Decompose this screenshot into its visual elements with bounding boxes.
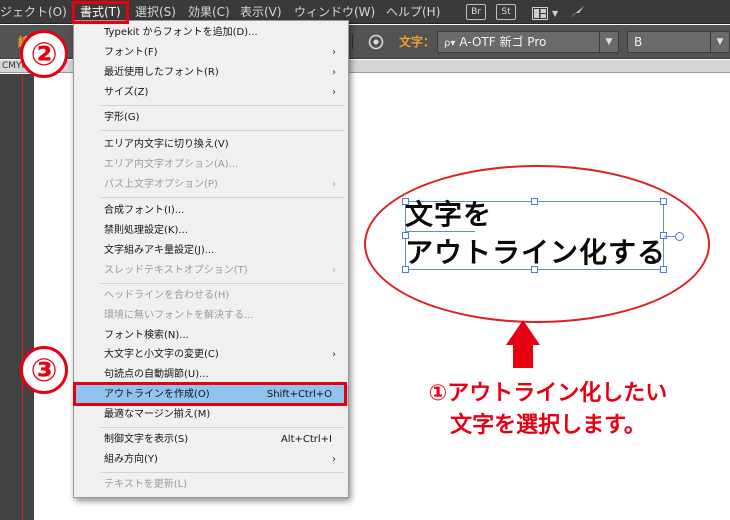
font-family-dropdown[interactable]: ρ▾ A-OTF 新ゴ Pro ▼: [437, 31, 619, 53]
menu-separator: [100, 130, 344, 131]
divider: [352, 35, 360, 49]
menu-item-label: 最適なマージン揃え(M): [104, 409, 211, 420]
menu-item-label: サイズ(Z): [104, 87, 149, 98]
font-style-value: B: [634, 35, 643, 49]
chevron-right-icon: ›: [332, 47, 336, 58]
feather-icon[interactable]: [568, 4, 586, 20]
menu-help[interactable]: ヘルプ(H): [386, 0, 440, 24]
menu-item-shortcut: Alt+Ctrl+I: [280, 434, 332, 445]
type-menu-dropdown: Typekit からフォントを追加(D)... フォント(F) › 最近使用したフ…: [73, 20, 349, 498]
menu-item-composite-fonts[interactable]: 合成フォント(I)...: [74, 201, 348, 221]
step-badge-3: ③: [20, 346, 68, 394]
menu-item-fit-headline: ヘッドラインを合わせる(H): [74, 286, 348, 306]
menu-item-show-hidden-characters[interactable]: 制御文字を表示(S) Alt+Ctrl+I: [74, 430, 348, 450]
menu-item-label: 句読点の自動調節(U)...: [104, 369, 209, 380]
canvas-text-line-1: 文字を: [405, 198, 493, 231]
menu-item-type-on-path: パス上文字オプション(P) ›: [74, 175, 348, 195]
up-arrow-icon: [506, 320, 540, 345]
menu-separator: [100, 105, 344, 106]
chevron-right-icon: ›: [332, 179, 336, 190]
instruction-note-line-2: 文字を選択します。: [450, 413, 646, 438]
font-style-dropdown[interactable]: B ▼: [627, 31, 730, 53]
chevron-right-icon: ›: [332, 454, 336, 465]
chevron-right-icon: ›: [332, 349, 336, 360]
highlight-box-create-outlines: [73, 382, 347, 406]
workspace-layout-icon[interactable]: [532, 5, 548, 20]
chevron-right-icon: ›: [332, 87, 336, 98]
menu-item-font[interactable]: フォント(F) ›: [74, 43, 348, 63]
selection-handle[interactable]: [660, 198, 667, 205]
menu-item-resolve-missing-fonts: 環境に無いフォントを解決する...: [74, 306, 348, 326]
chevron-down-icon[interactable]: ▼: [552, 9, 558, 18]
highlight-box-type-menu: [72, 1, 129, 24]
menu-item-label: テキストを更新(L): [104, 479, 188, 490]
font-family-value: A-OTF 新ゴ Pro: [459, 35, 547, 49]
menu-item-label: 組み方向(Y): [104, 454, 158, 465]
menu-item-label: パス上文字オプション(P): [104, 179, 218, 190]
menu-item-mojikumi[interactable]: 文字組みアキ量設定(J)...: [74, 241, 348, 261]
menu-item-size[interactable]: サイズ(Z) ›: [74, 83, 348, 103]
menu-item-label: エリア内文字に切り換え(V): [104, 139, 229, 150]
menu-separator: [100, 197, 344, 198]
menu-item-label: スレッドテキストオプション(T): [104, 265, 248, 276]
character-label: 文字：: [399, 35, 436, 49]
menu-item-threaded-text: スレッドテキストオプション(T) ›: [74, 261, 348, 281]
menu-item-label: エリア内文字オプション(A)...: [104, 159, 239, 170]
menu-item-typekit[interactable]: Typekit からフォントを追加(D)...: [74, 23, 348, 43]
menu-separator: [100, 427, 344, 428]
menu-item-label: 大文字と小文字の変更(C): [104, 349, 219, 360]
menu-item-label: フォント(F): [104, 47, 158, 58]
bridge-icon[interactable]: Br: [466, 4, 486, 20]
menu-item-label: 環境に無いフォントを解決する...: [104, 310, 254, 321]
chevron-down-icon: ▼: [710, 32, 729, 52]
globe-icon[interactable]: [368, 34, 384, 50]
menu-item-update-legacy-text: テキストを更新(L): [74, 475, 348, 495]
chevron-down-icon: ▼: [599, 32, 618, 52]
menu-item-label: 字形(G): [104, 112, 140, 123]
menu-item-optical-margin[interactable]: 最適なマージン揃え(M): [74, 405, 348, 425]
menu-item-label: フォント検索(N)...: [104, 330, 189, 341]
menu-separator: [100, 283, 344, 284]
rotation-handle[interactable]: [675, 232, 684, 241]
menu-item-recent-fonts[interactable]: 最近使用したフォント(R) ›: [74, 63, 348, 83]
chevron-right-icon: ›: [332, 265, 336, 276]
menu-item-area-type-toggle[interactable]: エリア内文字に切り換え(V): [74, 135, 348, 155]
menu-item-type-orientation[interactable]: 組み方向(Y) ›: [74, 450, 348, 470]
up-arrow-shaft: [513, 344, 533, 368]
menu-item-glyphs[interactable]: 字形(G): [74, 108, 348, 128]
selection-handle[interactable]: [531, 198, 538, 205]
menu-item-change-case[interactable]: 大文字と小文字の変更(C) ›: [74, 345, 348, 365]
font-search-icon: ρ▾: [444, 38, 456, 49]
stock-icon[interactable]: St: [496, 4, 516, 20]
menu-item-label: Typekit からフォントを追加(D)...: [104, 27, 258, 38]
menu-item-kinsoku[interactable]: 禁則処理設定(K)...: [74, 221, 348, 241]
menu-item-area-type-options: エリア内文字オプション(A)...: [74, 155, 348, 175]
guide-line: [22, 74, 23, 520]
menu-item-label: 最近使用したフォント(R): [104, 67, 219, 78]
menu-item-find-font[interactable]: フォント検索(N)...: [74, 326, 348, 346]
instruction-note-line-1: ①アウトライン化したい: [428, 381, 668, 406]
chevron-right-icon: ›: [332, 67, 336, 78]
step-badge-2: ②: [20, 30, 68, 78]
menu-separator: [100, 472, 344, 473]
menu-item-label: 文字組みアキ量設定(J)...: [104, 245, 215, 256]
menu-object[interactable]: ジェクト(O): [0, 0, 67, 24]
menu-item-label: 禁則処理設定(K)...: [104, 225, 188, 236]
menu-item-label: 合成フォント(I)...: [104, 205, 185, 216]
menu-item-label: 制御文字を表示(S): [104, 434, 189, 445]
canvas-text-line-2: アウトライン化する: [405, 236, 667, 269]
canvas-pasteboard-edge: [0, 74, 34, 520]
menu-item-label: ヘッドラインを合わせる(H): [104, 290, 230, 301]
